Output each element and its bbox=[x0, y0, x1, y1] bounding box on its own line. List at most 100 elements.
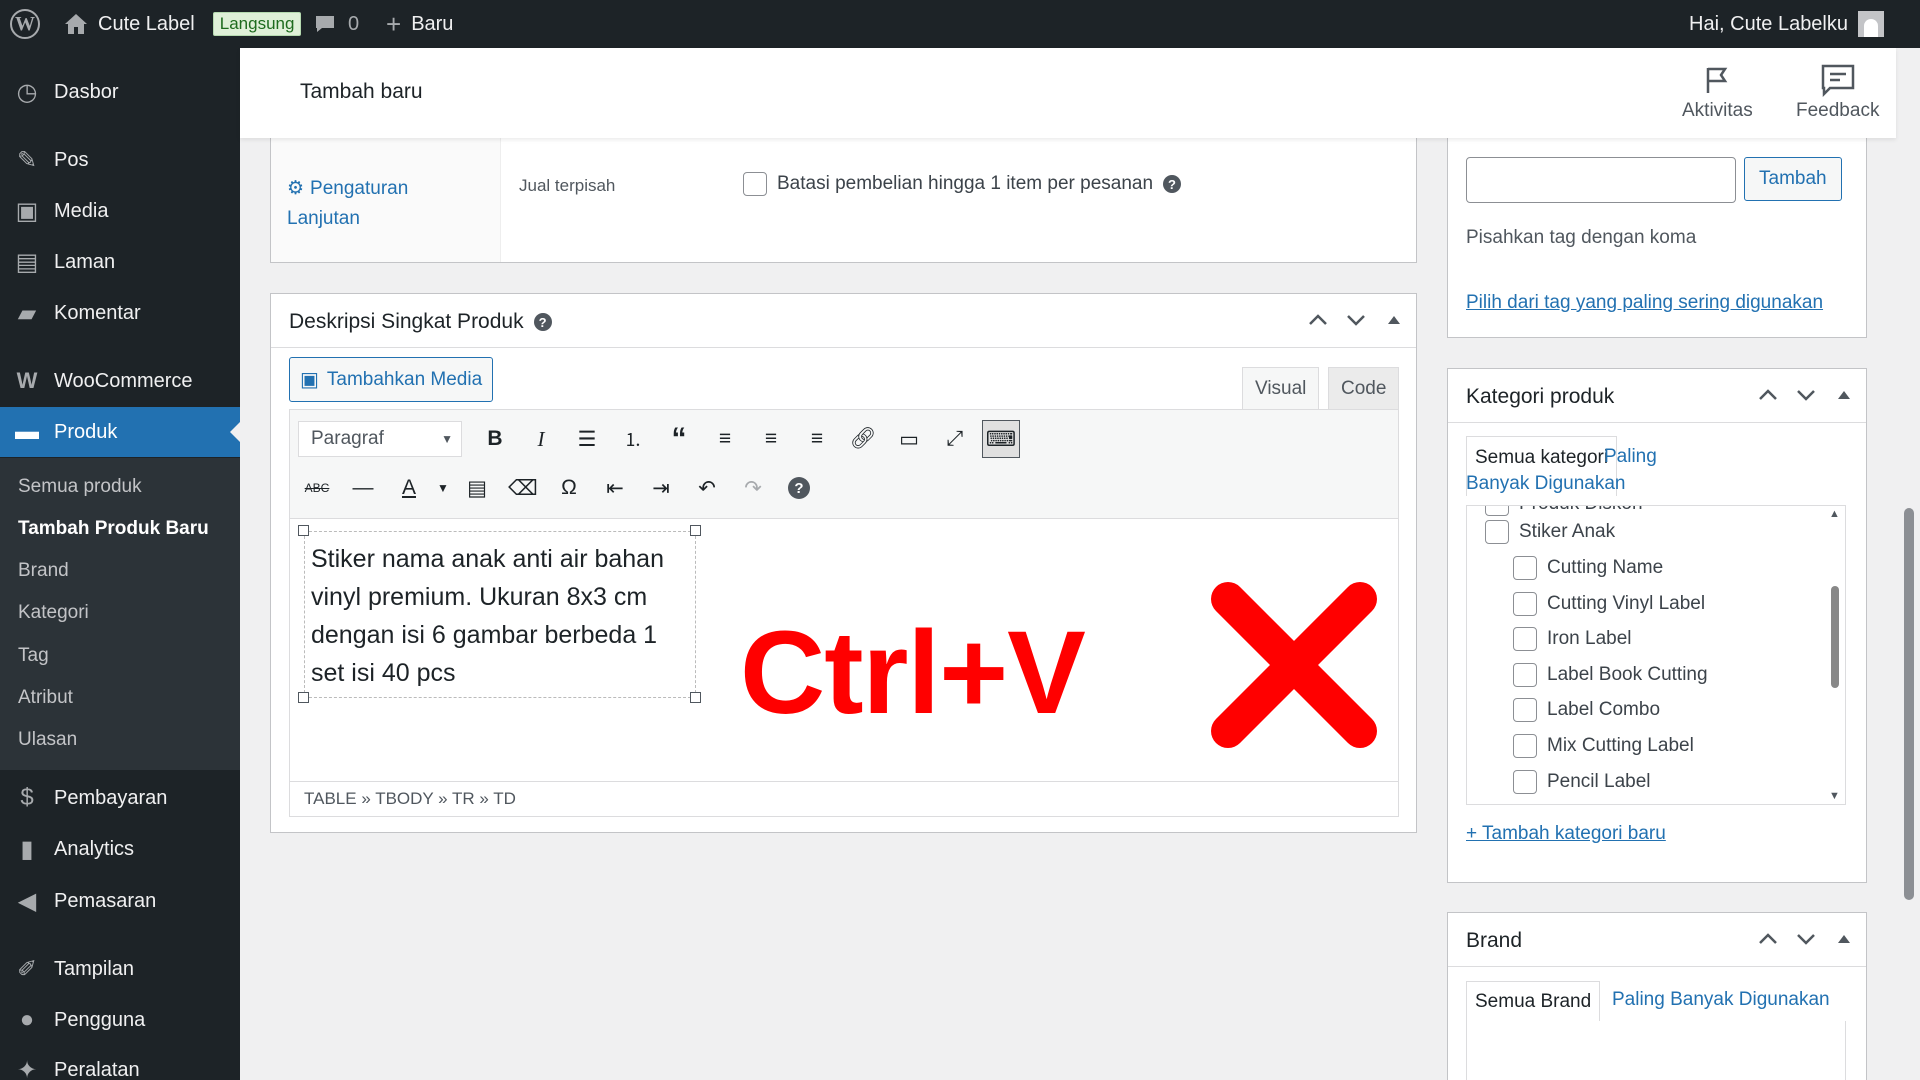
scroll-down-icon[interactable]: ▼ bbox=[1829, 790, 1840, 802]
category-item[interactable]: Pencil Label bbox=[1513, 770, 1651, 794]
category-item[interactable]: Iron Label bbox=[1513, 627, 1632, 651]
horizontal-line-icon[interactable]: — bbox=[344, 469, 382, 507]
numbered-list-icon[interactable]: ⒈ bbox=[614, 420, 652, 458]
text-color-icon[interactable]: A bbox=[390, 469, 428, 507]
blockquote-icon[interactable]: “ bbox=[660, 420, 698, 458]
add-media-button[interactable]: ▣ Tambahkan Media bbox=[289, 357, 494, 402]
category-item[interactable]: Cutting Name bbox=[1513, 556, 1663, 580]
category-item[interactable]: Cutting Vinyl Label bbox=[1513, 592, 1705, 616]
resize-handle[interactable] bbox=[298, 525, 309, 536]
add-category-link[interactable]: + Tambah kategori baru bbox=[1466, 823, 1666, 845]
menu-produk[interactable]: ▬ Produk bbox=[0, 407, 240, 457]
link-icon[interactable]: 🔗︎ bbox=[844, 420, 882, 458]
account-menu[interactable]: Hai, Cute Labelku bbox=[1689, 0, 1884, 48]
site-name-link[interactable]: Cute Label Langsung bbox=[64, 0, 302, 48]
tab-most-used-brands[interactable]: Paling Banyak Digunakan bbox=[1612, 989, 1830, 1011]
special-char-icon[interactable]: Ω bbox=[550, 469, 588, 507]
align-center-icon[interactable]: ≡ bbox=[752, 420, 790, 458]
category-checkbox[interactable] bbox=[1513, 556, 1537, 580]
help-icon[interactable]: ? bbox=[780, 469, 818, 507]
submenu-brand[interactable]: Brand bbox=[18, 560, 69, 582]
category-checkbox[interactable] bbox=[1485, 506, 1509, 516]
toggle-panel-icon[interactable] bbox=[1832, 927, 1856, 951]
help-icon[interactable]: ? bbox=[1163, 175, 1182, 193]
tab-code[interactable]: Code bbox=[1328, 367, 1400, 409]
menu-pos[interactable]: ✎ Pos bbox=[0, 135, 240, 185]
page-scrollbar[interactable] bbox=[1898, 48, 1920, 1080]
tab-most-used-2[interactable]: Banyak Digunakan bbox=[1466, 470, 1626, 497]
caret-down-icon[interactable]: ▼ bbox=[436, 469, 450, 507]
menu-dasbor[interactable]: ◷ Dasbor bbox=[0, 67, 240, 117]
category-item[interactable]: Mix Cutting Label bbox=[1513, 734, 1694, 758]
feedback-button[interactable]: Feedback bbox=[1796, 60, 1879, 122]
menu-tampilan[interactable]: ✐ Tampilan bbox=[0, 944, 240, 994]
submenu-category[interactable]: Kategori bbox=[18, 602, 89, 624]
submenu-reviews[interactable]: Ulasan bbox=[18, 729, 77, 751]
menu-komentar[interactable]: ▰ Komentar bbox=[0, 288, 240, 338]
toolbar-toggle-icon[interactable]: ⌨ bbox=[982, 420, 1020, 458]
menu-peralatan[interactable]: ✦ Peralatan bbox=[0, 1045, 240, 1080]
chevron-up-icon[interactable] bbox=[1756, 927, 1780, 951]
category-checkbox[interactable] bbox=[1513, 627, 1537, 651]
align-left-icon[interactable]: ≡ bbox=[706, 420, 744, 458]
menu-analytics[interactable]: ▮ Analytics bbox=[0, 824, 240, 874]
chevron-down-icon[interactable] bbox=[1344, 308, 1368, 332]
editor-content[interactable]: Stiker nama anak anti air bahan vinyl pr… bbox=[290, 519, 1398, 781]
bullet-list-icon[interactable]: ☰ bbox=[568, 420, 606, 458]
indent-icon[interactable]: ⇥ bbox=[642, 469, 680, 507]
tab-most-used[interactable]: Paling bbox=[1604, 443, 1657, 470]
clear-format-icon[interactable]: ⌫ bbox=[504, 469, 542, 507]
wordpress-logo[interactable]: W bbox=[10, 0, 44, 48]
paste-text-icon[interactable]: ▤ bbox=[458, 469, 496, 507]
page-scroll-thumb[interactable] bbox=[1904, 508, 1914, 900]
category-checkbox[interactable] bbox=[1513, 663, 1537, 687]
redo-icon[interactable]: ↷ bbox=[734, 469, 772, 507]
outdent-icon[interactable]: ⇤ bbox=[596, 469, 634, 507]
tab-all-brands[interactable]: Semua Brand bbox=[1466, 981, 1601, 1021]
popular-tags-link[interactable]: Pilih dari tag yang paling sering diguna… bbox=[1466, 292, 1823, 314]
add-tag-button[interactable]: Tambah bbox=[1744, 157, 1842, 201]
help-icon[interactable]: ? bbox=[533, 313, 552, 331]
chevron-down-icon[interactable] bbox=[1794, 383, 1818, 407]
toggle-panel-icon[interactable] bbox=[1832, 383, 1856, 407]
chevron-down-icon[interactable] bbox=[1794, 927, 1818, 951]
category-item[interactable]: Produk Diskon bbox=[1485, 506, 1643, 516]
category-checkbox[interactable] bbox=[1485, 520, 1509, 544]
strikethrough-icon[interactable]: ABC bbox=[298, 469, 336, 507]
submenu-tag[interactable]: Tag bbox=[18, 645, 49, 667]
scroll-thumb[interactable] bbox=[1831, 586, 1839, 688]
scroll-up-icon[interactable]: ▲ bbox=[1829, 508, 1840, 520]
pasted-table-cell[interactable]: Stiker nama anak anti air bahan vinyl pr… bbox=[304, 531, 696, 698]
submenu-add-product[interactable]: Tambah Produk Baru bbox=[18, 518, 209, 540]
submenu-attribute[interactable]: Atribut bbox=[18, 687, 73, 709]
bold-icon[interactable]: B bbox=[476, 420, 514, 458]
resize-handle[interactable] bbox=[690, 692, 701, 703]
submenu-all-products[interactable]: Semua produk bbox=[18, 476, 142, 498]
category-checkbox[interactable] bbox=[1513, 770, 1537, 794]
menu-pengguna[interactable]: ● Pengguna bbox=[0, 995, 240, 1045]
comments-link[interactable]: 0 bbox=[314, 0, 359, 48]
category-checkbox[interactable] bbox=[1513, 698, 1537, 722]
toggle-panel-icon[interactable] bbox=[1382, 308, 1406, 332]
resize-handle[interactable] bbox=[690, 525, 701, 536]
activity-button[interactable]: Aktivitas bbox=[1682, 60, 1753, 122]
tab-visual[interactable]: Visual bbox=[1242, 367, 1320, 409]
resize-handle[interactable] bbox=[298, 692, 309, 703]
undo-icon[interactable]: ↶ bbox=[688, 469, 726, 507]
chevron-up-icon[interactable] bbox=[1306, 308, 1330, 332]
category-item[interactable]: Label Book Cutting bbox=[1513, 663, 1708, 687]
category-checkbox[interactable] bbox=[1513, 734, 1537, 758]
read-more-icon[interactable]: ▭ bbox=[890, 420, 928, 458]
category-scrollbar[interactable]: ▲ ▼ bbox=[1825, 506, 1845, 804]
new-content-link[interactable]: + Baru bbox=[386, 0, 453, 48]
fullscreen-icon[interactable]: ⤢ bbox=[936, 420, 974, 458]
tag-input[interactable] bbox=[1466, 157, 1736, 203]
sold-individually-checkbox[interactable] bbox=[743, 172, 767, 196]
italic-icon[interactable]: I bbox=[522, 420, 560, 458]
align-right-icon[interactable]: ≡ bbox=[798, 420, 836, 458]
category-checkbox[interactable] bbox=[1513, 592, 1537, 616]
category-item[interactable]: Stiker Anak bbox=[1485, 520, 1615, 544]
category-item[interactable]: Label Combo bbox=[1513, 698, 1660, 722]
menu-woocommerce[interactable]: W WooCommerce bbox=[0, 356, 240, 406]
menu-media[interactable]: ▣ Media bbox=[0, 186, 240, 236]
